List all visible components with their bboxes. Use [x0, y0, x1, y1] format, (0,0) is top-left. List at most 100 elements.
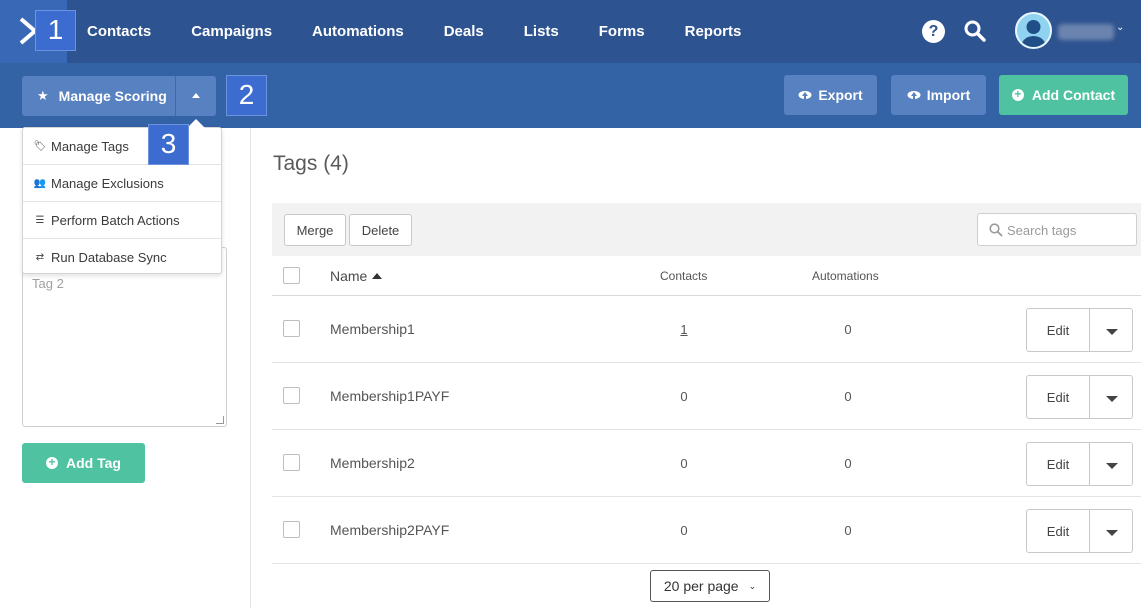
caret-down-icon — [1106, 463, 1118, 469]
row-actions-toggle[interactable] — [1089, 442, 1133, 486]
nav-automations[interactable]: Automations — [312, 23, 404, 40]
nav-forms[interactable]: Forms — [599, 23, 645, 40]
panel-divider — [250, 128, 251, 608]
row-actions-toggle[interactable] — [1089, 308, 1133, 352]
chevron-down-icon: ⌄ — [748, 580, 757, 591]
tag-name: Membership1PAYF — [330, 388, 450, 404]
per-page-label: 20 per page — [663, 578, 739, 594]
plus-circle-icon: + — [1011, 88, 1024, 101]
column-name[interactable]: Name — [330, 268, 383, 284]
contacts-count: 0 — [680, 523, 688, 538]
search-tags-input[interactable] — [1007, 221, 1132, 239]
more-options-toggle[interactable] — [175, 76, 216, 116]
caret-down-icon — [1106, 530, 1118, 536]
add-contact-label: Add Contact — [1031, 87, 1116, 103]
more-options-dropdown: 🏷 Manage Tags 👥 Manage Exclusions ☰ Perf… — [22, 127, 222, 274]
nav-lists[interactable]: Lists — [524, 23, 559, 40]
caret-down-icon — [1106, 329, 1118, 335]
automations-count: 0 — [844, 456, 852, 471]
contacts-toolbar: ★ Manage Scoring Export Import + Add Con… — [0, 63, 1141, 128]
edit-button[interactable]: Edit — [1026, 442, 1090, 486]
import-button[interactable]: Import — [891, 75, 986, 115]
menu-item-label: Run Database Sync — [51, 250, 167, 265]
caret-up-icon — [192, 93, 200, 98]
export-label: Export — [818, 87, 863, 103]
table-row: Membership2 0 0 Edit — [272, 430, 1141, 497]
contacts-count: 0 — [680, 389, 688, 404]
tag-name: Membership2PAYF — [330, 522, 450, 538]
user-name-redacted[interactable] — [1058, 24, 1114, 40]
page-title: Tags (4) — [273, 152, 349, 175]
sync-icon: ⇄ — [35, 252, 45, 263]
tags-icon: 🏷 — [33, 140, 47, 152]
table-row: Membership1PAYF 0 0 Edit — [272, 363, 1141, 430]
column-automations[interactable]: Automations — [812, 269, 879, 283]
textarea-line: Tag 2 — [32, 276, 64, 291]
add-tag-button[interactable]: + Add Tag — [22, 443, 145, 483]
row-actions-toggle[interactable] — [1089, 509, 1133, 553]
tag-name: Membership1 — [330, 321, 415, 337]
delete-button[interactable]: Delete — [349, 214, 412, 246]
menu-item-batch-actions[interactable]: ☰ Perform Batch Actions — [23, 202, 221, 239]
automations-count: 0 — [844, 389, 852, 404]
row-checkbox[interactable] — [283, 387, 300, 404]
sort-ascending-icon — [372, 273, 383, 279]
contacts-count-link[interactable]: 1 — [674, 322, 694, 337]
edit-button[interactable]: Edit — [1026, 308, 1090, 352]
row-checkbox[interactable] — [283, 521, 300, 538]
contacts-count: 0 — [680, 456, 688, 471]
step-badge-1: 1 — [35, 10, 76, 51]
menu-item-label: Manage Exclusions — [51, 175, 164, 191]
cloud-upload-icon — [907, 91, 921, 99]
row-checkbox[interactable] — [283, 320, 300, 337]
merge-button[interactable]: Merge — [284, 214, 346, 246]
dropdown-pointer — [187, 119, 205, 128]
search-tags-field[interactable] — [977, 213, 1137, 246]
table-row: Membership2PAYF 0 0 Edit — [272, 497, 1141, 564]
per-page-select[interactable]: 20 per page ⌄ — [650, 570, 770, 602]
nav-campaigns[interactable]: Campaigns — [191, 23, 272, 40]
menu-item-manage-exclusions[interactable]: 👥 Manage Exclusions — [23, 165, 221, 202]
manage-scoring-label: Manage Scoring — [58, 88, 167, 104]
table-header: Name Contacts Automations — [272, 256, 1141, 296]
caret-down-icon — [1106, 396, 1118, 402]
edit-button[interactable]: Edit — [1026, 509, 1090, 553]
select-all-checkbox[interactable] — [283, 267, 300, 284]
top-navigation: Contacts Campaigns Automations Deals Lis… — [0, 0, 1141, 63]
plus-circle-icon: + — [46, 456, 59, 469]
menu-item-manage-tags[interactable]: 🏷 Manage Tags — [23, 128, 221, 165]
cloud-upload-icon — [798, 91, 812, 99]
tag-name: Membership2 — [330, 455, 415, 471]
resize-handle-icon[interactable] — [216, 416, 224, 424]
row-checkbox[interactable] — [283, 454, 300, 471]
search-icon — [989, 223, 1003, 237]
user-menu-chevron-icon[interactable]: ⌄ — [1116, 22, 1124, 33]
automations-count: 0 — [844, 322, 852, 337]
export-button[interactable]: Export — [784, 75, 877, 115]
help-icon[interactable]: ? — [922, 20, 945, 43]
row-actions-toggle[interactable] — [1089, 375, 1133, 419]
step-badge-3: 3 — [148, 124, 189, 165]
search-icon[interactable] — [963, 19, 987, 43]
automations-count: 0 — [844, 523, 852, 538]
import-label: Import — [926, 87, 971, 103]
edit-button[interactable]: Edit — [1026, 375, 1090, 419]
step-badge-2: 2 — [226, 75, 267, 116]
menu-item-database-sync[interactable]: ⇄ Run Database Sync — [23, 239, 221, 276]
table-row: Membership1 1 0 Edit — [272, 296, 1141, 363]
nav-reports[interactable]: Reports — [685, 23, 742, 40]
star-icon: ★ — [37, 88, 49, 103]
add-tag-label: Add Tag — [66, 455, 121, 471]
list-icon: ☰ — [35, 214, 45, 226]
manage-scoring-button[interactable]: ★ Manage Scoring — [22, 76, 175, 116]
main-nav: Contacts Campaigns Automations Deals Lis… — [87, 0, 781, 63]
menu-item-label: Perform Batch Actions — [51, 212, 180, 228]
nav-contacts[interactable]: Contacts — [87, 23, 151, 40]
users-icon: 👥 — [33, 177, 47, 189]
nav-deals[interactable]: Deals — [444, 23, 484, 40]
user-silhouette-icon — [1021, 20, 1046, 47]
menu-item-label: Manage Tags — [51, 138, 129, 154]
column-contacts[interactable]: Contacts — [660, 269, 707, 283]
add-contact-button[interactable]: + Add Contact — [999, 75, 1128, 115]
user-avatar[interactable] — [1015, 12, 1052, 49]
